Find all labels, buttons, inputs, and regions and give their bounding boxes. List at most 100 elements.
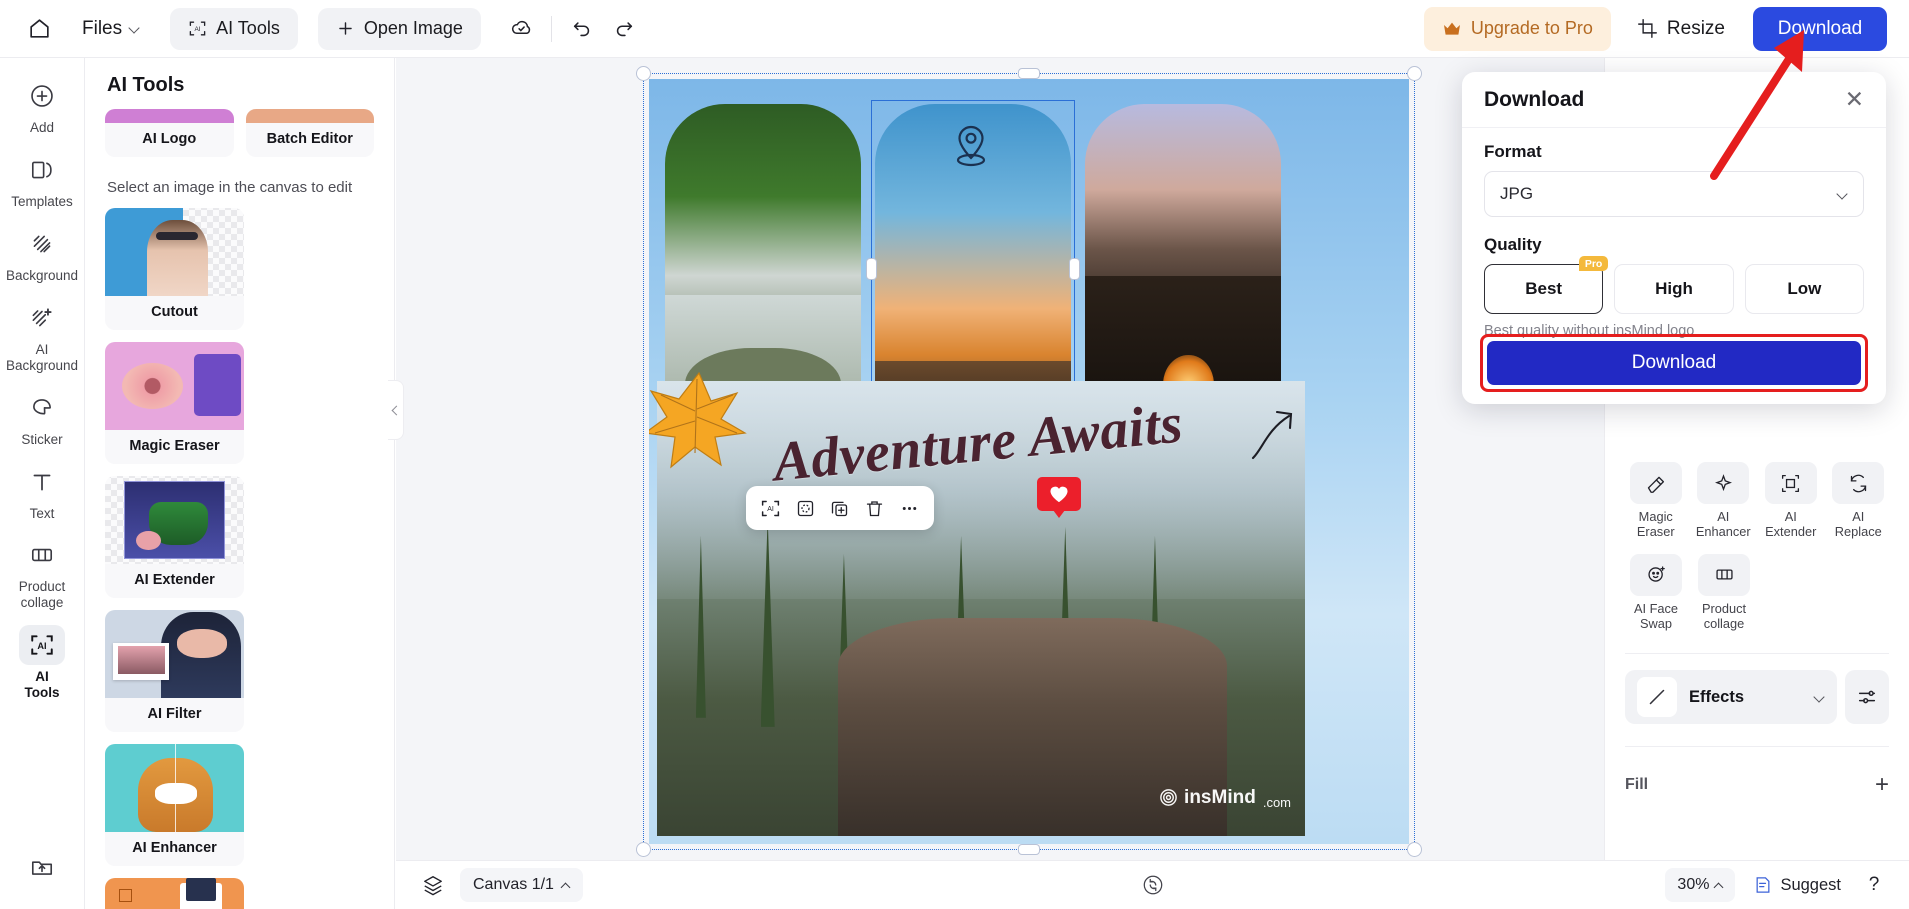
sidebar-item-background[interactable]: Background [5, 224, 79, 284]
resize-handle-bottom-left[interactable] [636, 842, 651, 857]
sidebar-item-product-collage[interactable]: Product collage [5, 535, 79, 611]
layers-icon[interactable] [416, 868, 450, 902]
ai-tools-panel: AI Tools AI Logo Batch Editor Select an … [85, 58, 395, 909]
tool-card-magic-eraser[interactable]: Magic Eraser [105, 342, 244, 464]
tool-card-ai-filter[interactable]: AI Filter [105, 610, 244, 732]
plus-icon [339, 22, 352, 35]
cloud-sync-icon[interactable] [507, 14, 537, 44]
quality-option-high[interactable]: High [1614, 264, 1734, 314]
sidebar-label: Background [5, 267, 79, 283]
crop-icon [1637, 19, 1657, 38]
heart-sticker[interactable] [1037, 477, 1081, 518]
panel-collapse-toggle[interactable] [388, 380, 404, 440]
watermark: insMind .com [1159, 786, 1291, 810]
sidebar-item-templates[interactable]: Templates [5, 150, 79, 210]
resize-handle-bottom[interactable] [1018, 844, 1040, 855]
tool-card-ai-enhancer[interactable]: AI Enhancer [105, 744, 244, 866]
sidebar-item-ai-tools[interactable]: AI AI Tools [5, 625, 79, 701]
bottom-bar-right: 30% Suggest ? [1665, 868, 1889, 902]
ai-tools-icon[interactable]: AI [757, 495, 783, 521]
insmind-logo-icon [1160, 789, 1177, 806]
ai-tools-button[interactable]: AI AI Tools [170, 7, 298, 50]
close-icon[interactable]: ✕ [1845, 88, 1864, 111]
magic-wand-icon[interactable] [792, 495, 818, 521]
help-button[interactable]: ? [1859, 870, 1889, 900]
format-select[interactable]: JPG [1484, 171, 1864, 217]
artboard[interactable]: insMind .com Adventure Awaits [649, 79, 1409, 844]
right-tool-magic-eraser[interactable]: Magic Eraser [1625, 462, 1687, 540]
trash-icon[interactable] [862, 495, 888, 521]
tool-card-ai-logo[interactable]: AI Logo [105, 109, 234, 157]
upgrade-label: Upgrade to Pro [1470, 18, 1593, 38]
heart-icon [1050, 486, 1068, 503]
reset-rotate-icon[interactable] [1139, 871, 1167, 899]
quality-option-label: Best [1525, 279, 1563, 298]
resize-handle-right[interactable] [1069, 258, 1080, 280]
zoom-value: 30% [1677, 876, 1710, 893]
sidebar-item-ai-background[interactable]: AI Background [5, 298, 79, 374]
sidebar-item-text[interactable]: Text [5, 462, 79, 522]
sidebar-item-add[interactable]: Add [5, 76, 79, 136]
right-tool-ai-enhancer[interactable]: AI Enhancer [1693, 462, 1755, 540]
element-float-toolbar: AI [746, 486, 934, 530]
tool-card-shadows[interactable]: Shadows [105, 878, 244, 909]
zoom-control[interactable]: 30% [1665, 868, 1736, 902]
resize-handle-top[interactable] [1018, 68, 1040, 79]
sticker-icon [19, 388, 65, 428]
tool-thumb [105, 744, 244, 832]
resize-button[interactable]: Resize [1637, 18, 1725, 40]
ai-tools-icon: AI [189, 21, 206, 36]
resize-handle-bottom-right[interactable] [1407, 842, 1422, 857]
product-collage-icon [19, 535, 65, 575]
plus-icon[interactable]: + [1875, 773, 1889, 797]
ai-tools-label: AI Tools [216, 18, 280, 38]
sidebar-label: AI Tools [24, 669, 60, 701]
redo-button[interactable] [608, 13, 640, 45]
ai-tools-top-row: AI Logo Batch Editor [85, 109, 394, 157]
product-collage-icon [1698, 553, 1750, 596]
svg-text:AI: AI [37, 641, 46, 651]
sidebar-item-sticker[interactable]: Sticker [5, 388, 79, 448]
tool-label: Cutout [151, 304, 198, 320]
chevron-down-icon [1837, 189, 1848, 200]
home-icon[interactable] [22, 12, 56, 46]
download-button[interactable]: Download [1753, 6, 1887, 51]
effects-settings-button[interactable] [1845, 670, 1889, 725]
resize-handle-top-right[interactable] [1407, 66, 1422, 81]
tool-thumb [245, 109, 374, 123]
suggest-button[interactable]: Suggest [1745, 868, 1849, 902]
tool-label: Magic Eraser [129, 438, 220, 454]
upgrade-to-pro-button[interactable]: Upgrade to Pro [1423, 6, 1611, 51]
top-toolbar-right: Upgrade to Pro Resize Download [1423, 6, 1909, 51]
suggest-icon [1756, 877, 1770, 893]
tool-thumb [105, 208, 244, 296]
modal-download-button[interactable]: Download [1487, 341, 1861, 385]
right-tool-product-collage[interactable]: Product collage [1693, 553, 1755, 632]
tool-card-batch-editor[interactable]: Batch Editor [245, 109, 374, 157]
resize-handle-left[interactable] [866, 258, 877, 280]
tool-card-cutout[interactable]: Cutout [105, 208, 244, 330]
pro-badge: Pro [1578, 256, 1609, 271]
left-rail: Add Templates Background AI Background S… [0, 58, 85, 909]
right-tool-ai-replace[interactable]: AI Replace [1828, 462, 1890, 540]
more-dots-icon[interactable] [897, 495, 923, 521]
tool-label: AI Filter [147, 706, 202, 722]
effects-selector[interactable]: Effects [1625, 670, 1837, 725]
files-menu[interactable]: Files [82, 18, 140, 40]
quality-option-low[interactable]: Low [1744, 264, 1864, 314]
duplicate-icon[interactable] [827, 495, 853, 521]
magic-eraser-icon [1629, 462, 1682, 504]
face-swap-icon [1630, 553, 1682, 596]
canvas-page-selector[interactable]: Canvas 1/1 [460, 868, 583, 902]
undo-button[interactable] [566, 13, 598, 45]
right-tool-ai-face-swap[interactable]: AI Face Swap [1625, 553, 1687, 632]
suggest-label: Suggest [1780, 875, 1841, 894]
tool-label: AI Logo [142, 131, 197, 147]
open-image-button[interactable]: Open Image [317, 7, 481, 50]
quality-option-best[interactable]: Pro Best [1484, 256, 1609, 314]
right-tool-ai-extender[interactable]: AI Extender [1760, 462, 1822, 540]
sidebar-item-upload[interactable] [5, 847, 79, 887]
watermark-name: insMind [1184, 786, 1256, 808]
tool-card-ai-extender[interactable]: AI Extender [105, 476, 244, 598]
sidebar-label: Templates [11, 193, 73, 209]
